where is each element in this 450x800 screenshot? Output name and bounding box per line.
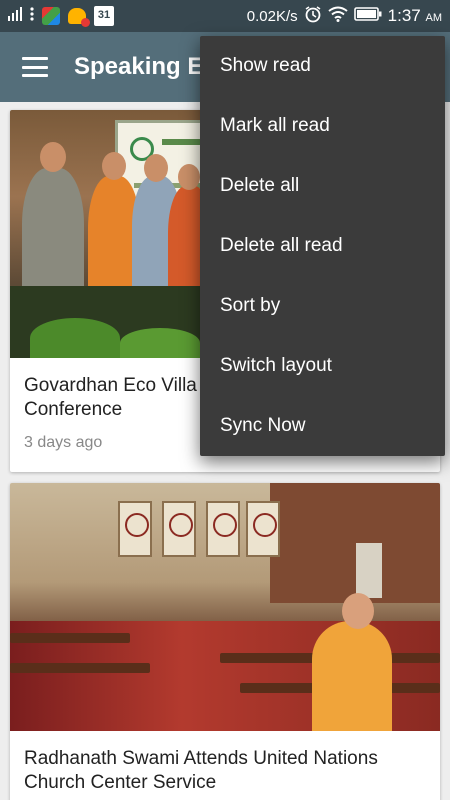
calendar-icon: 31 <box>94 6 114 26</box>
app-notification-icon <box>42 7 60 25</box>
battery-icon <box>353 7 382 25</box>
article-image <box>10 483 440 731</box>
menu-item-switch-layout[interactable]: Switch layout <box>200 336 445 396</box>
alert-app-icon <box>68 8 90 27</box>
article-title-line: Church Center Service <box>24 772 217 793</box>
clock: 1:37 AM <box>388 6 442 26</box>
more-dots-icon <box>30 6 34 26</box>
network-speed: 0.02K/s <box>246 7 298 25</box>
status-bar: 31 0.02K/s 1:37 AM <box>0 0 450 32</box>
signal-icon <box>8 6 22 26</box>
menu-item-sort-by[interactable]: Sort by <box>200 276 445 336</box>
app-title: Speaking Ev <box>74 53 217 80</box>
menu-item-delete-all-read[interactable]: Delete all read <box>200 216 445 276</box>
menu-item-delete-all[interactable]: Delete all <box>200 156 445 216</box>
menu-item-show-read[interactable]: Show read <box>200 36 445 96</box>
clock-time: 1:37 <box>387 6 421 25</box>
menu-item-mark-all-read[interactable]: Mark all read <box>200 96 445 156</box>
hamburger-menu-icon[interactable] <box>22 57 48 77</box>
article-title-line: Radhanath Swami Attends United Nations <box>24 748 378 769</box>
article-card[interactable]: Radhanath Swami Attends United Nations C… <box>10 483 440 800</box>
overflow-menu: Show read Mark all read Delete all Delet… <box>200 36 445 456</box>
article-title: Radhanath Swami Attends United Nations C… <box>10 747 440 795</box>
menu-item-sync-now[interactable]: Sync Now <box>200 396 445 456</box>
alarm-icon <box>304 5 322 27</box>
clock-ampm: AM <box>425 12 443 24</box>
wifi-icon <box>328 6 348 26</box>
status-right: 0.02K/s 1:37 AM <box>247 5 442 27</box>
status-left-icons: 31 <box>8 6 114 27</box>
